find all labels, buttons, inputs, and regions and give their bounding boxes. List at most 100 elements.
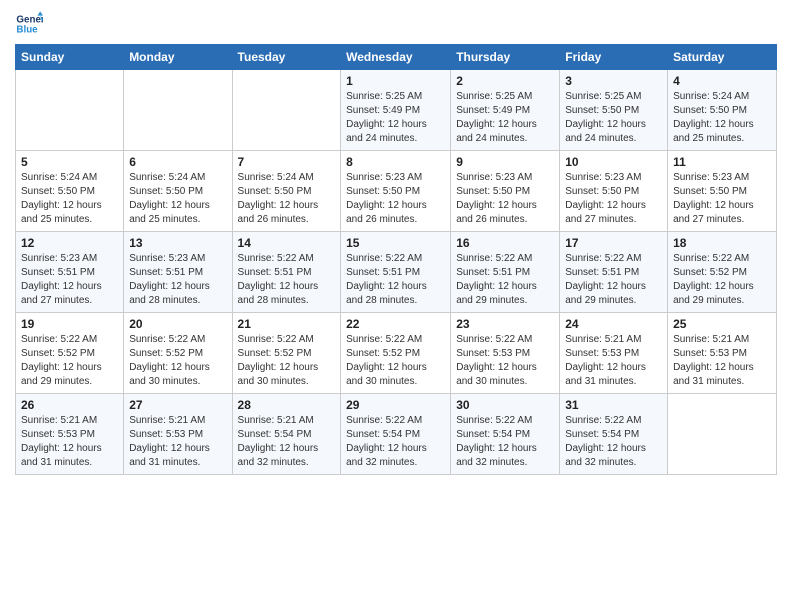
calendar-cell: 17 Sunrise: 5:22 AM Sunset: 5:51 PM Dayli… <box>560 232 668 313</box>
day-info: Sunrise: 5:23 AM Sunset: 5:51 PM Dayligh… <box>129 252 226 308</box>
calendar-cell: 14Sunrise: 5:22 AM Sunset: 5:51 PM Dayli… <box>232 232 341 313</box>
day-number: 26 <box>21 398 118 412</box>
day-number: 30 <box>456 398 554 412</box>
day-info: Sunrise: 5:22 AM Sunset: 5:52 PM Dayligh… <box>238 333 336 389</box>
day-number: 6 <box>129 155 226 169</box>
calendar-cell: 10 Sunrise: 5:23 AM Sunset: 5:50 PM Dayli… <box>560 151 668 232</box>
day-info: Sunrise: 5:22 AM Sunset: 5:52 PM Dayligh… <box>346 333 445 389</box>
day-number: 4 <box>673 74 771 88</box>
day-number: 11 <box>673 155 771 169</box>
dow-saturday: Saturday <box>668 45 777 70</box>
day-number: 28 <box>238 398 336 412</box>
days-of-week-header: SundayMondayTuesdayWednesdayThursdayFrid… <box>16 45 777 70</box>
calendar-cell: 30 Sunrise: 5:22 AM Sunset: 5:54 PM Dayli… <box>451 394 560 475</box>
dow-thursday: Thursday <box>451 45 560 70</box>
dow-tuesday: Tuesday <box>232 45 341 70</box>
logo-icon: General Blue <box>15 10 43 38</box>
day-info: Sunrise: 5:23 AM Sunset: 5:50 PM Dayligh… <box>565 171 662 227</box>
day-number: 22 <box>346 317 445 331</box>
calendar-cell <box>124 70 232 151</box>
day-info: Sunrise: 5:22 AM Sunset: 5:52 PM Dayligh… <box>129 333 226 389</box>
day-number: 17 <box>565 236 662 250</box>
day-info: Sunrise: 5:21 AM Sunset: 5:53 PM Dayligh… <box>565 333 662 389</box>
day-info: Sunrise: 5:22 AM Sunset: 5:51 PM Dayligh… <box>565 252 662 308</box>
day-info: Sunrise: 5:22 AM Sunset: 5:52 PM Dayligh… <box>21 333 118 389</box>
calendar-cell <box>668 394 777 475</box>
day-info: Sunrise: 5:24 AM Sunset: 5:50 PM Dayligh… <box>129 171 226 227</box>
calendar-cell: 26Sunrise: 5:21 AM Sunset: 5:53 PM Dayli… <box>16 394 124 475</box>
day-info: Sunrise: 5:22 AM Sunset: 5:54 PM Dayligh… <box>565 414 662 470</box>
day-info: Sunrise: 5:23 AM Sunset: 5:50 PM Dayligh… <box>456 171 554 227</box>
calendar-cell <box>16 70 124 151</box>
day-number: 27 <box>129 398 226 412</box>
day-number: 29 <box>346 398 445 412</box>
day-number: 18 <box>673 236 771 250</box>
week-row-1: 1 Sunrise: 5:25 AM Sunset: 5:49 PM Daylig… <box>16 70 777 151</box>
week-row-2: 5 Sunrise: 5:24 AM Sunset: 5:50 PM Daylig… <box>16 151 777 232</box>
calendar-cell: 4 Sunrise: 5:24 AM Sunset: 5:50 PM Daylig… <box>668 70 777 151</box>
calendar-cell: 11 Sunrise: 5:23 AM Sunset: 5:50 PM Dayli… <box>668 151 777 232</box>
day-info: Sunrise: 5:23 AM Sunset: 5:51 PM Dayligh… <box>21 252 118 308</box>
day-info: Sunrise: 5:22 AM Sunset: 5:54 PM Dayligh… <box>456 414 554 470</box>
calendar-cell: 27 Sunrise: 5:21 AM Sunset: 5:53 PM Dayli… <box>124 394 232 475</box>
day-number: 5 <box>21 155 118 169</box>
day-number: 12 <box>21 236 118 250</box>
day-number: 7 <box>238 155 336 169</box>
day-info: Sunrise: 5:22 AM Sunset: 5:54 PM Dayligh… <box>346 414 445 470</box>
calendar-table: SundayMondayTuesdayWednesdayThursdayFrid… <box>15 44 777 475</box>
day-number: 9 <box>456 155 554 169</box>
day-info: Sunrise: 5:21 AM Sunset: 5:53 PM Dayligh… <box>673 333 771 389</box>
day-number: 23 <box>456 317 554 331</box>
calendar-cell: 13 Sunrise: 5:23 AM Sunset: 5:51 PM Dayli… <box>124 232 232 313</box>
day-info: Sunrise: 5:21 AM Sunset: 5:53 PM Dayligh… <box>129 414 226 470</box>
day-info: Sunrise: 5:23 AM Sunset: 5:50 PM Dayligh… <box>673 171 771 227</box>
week-row-4: 19 Sunrise: 5:22 AM Sunset: 5:52 PM Dayli… <box>16 313 777 394</box>
logo: General Blue <box>15 10 43 38</box>
day-number: 19 <box>21 317 118 331</box>
calendar-cell: 1 Sunrise: 5:25 AM Sunset: 5:49 PM Daylig… <box>341 70 451 151</box>
calendar-cell: 16Sunrise: 5:22 AM Sunset: 5:51 PM Dayli… <box>451 232 560 313</box>
calendar-cell: 18 Sunrise: 5:22 AM Sunset: 5:52 PM Dayli… <box>668 232 777 313</box>
week-row-5: 26 Sunrise: 5:21 AM Sunset: 5:53 PM Dayli… <box>16 394 777 475</box>
day-number: 15 <box>346 236 445 250</box>
dow-wednesday: Wednesday <box>341 45 451 70</box>
calendar-cell: 5 Sunrise: 5:24 AM Sunset: 5:50 PM Daylig… <box>16 151 124 232</box>
day-info: Sunrise: 5:24 AM Sunset: 5:50 PM Dayligh… <box>21 171 118 227</box>
calendar-cell: 19 Sunrise: 5:22 AM Sunset: 5:52 PM Dayli… <box>16 313 124 394</box>
week-row-3: 12 Sunrise: 5:23 AM Sunset: 5:51 PM Dayli… <box>16 232 777 313</box>
calendar-cell: 25 Sunrise: 5:21 AM Sunset: 5:53 PM Dayli… <box>668 313 777 394</box>
day-info: Sunrise: 5:24 AM Sunset: 5:50 PM Dayligh… <box>238 171 336 227</box>
dow-sunday: Sunday <box>16 45 124 70</box>
day-info: Sunrise: 5:21 AM Sunset: 5:54 PM Dayligh… <box>238 414 336 470</box>
calendar-cell: 7 Sunrise: 5:24 AM Sunset: 5:50 PM Daylig… <box>232 151 341 232</box>
day-info: Sunrise: 5:22 AM Sunset: 5:51 PM Dayligh… <box>346 252 445 308</box>
calendar-cell: 24Sunrise: 5:21 AM Sunset: 5:53 PM Dayli… <box>560 313 668 394</box>
calendar-cell: 20 Sunrise: 5:22 AM Sunset: 5:52 PM Dayli… <box>124 313 232 394</box>
calendar-cell: 29 Sunrise: 5:22 AM Sunset: 5:54 PM Dayli… <box>341 394 451 475</box>
calendar-cell: 15 Sunrise: 5:22 AM Sunset: 5:51 PM Dayli… <box>341 232 451 313</box>
day-number: 20 <box>129 317 226 331</box>
calendar-cell: 21Sunrise: 5:22 AM Sunset: 5:52 PM Dayli… <box>232 313 341 394</box>
day-info: Sunrise: 5:25 AM Sunset: 5:49 PM Dayligh… <box>456 90 554 146</box>
day-number: 25 <box>673 317 771 331</box>
day-number: 3 <box>565 74 662 88</box>
day-info: Sunrise: 5:22 AM Sunset: 5:53 PM Dayligh… <box>456 333 554 389</box>
day-number: 8 <box>346 155 445 169</box>
day-info: Sunrise: 5:24 AM Sunset: 5:50 PM Dayligh… <box>673 90 771 146</box>
day-number: 31 <box>565 398 662 412</box>
day-info: Sunrise: 5:23 AM Sunset: 5:50 PM Dayligh… <box>346 171 445 227</box>
day-info: Sunrise: 5:22 AM Sunset: 5:52 PM Dayligh… <box>673 252 771 308</box>
calendar-cell: 12 Sunrise: 5:23 AM Sunset: 5:51 PM Dayli… <box>16 232 124 313</box>
day-number: 13 <box>129 236 226 250</box>
day-number: 10 <box>565 155 662 169</box>
calendar-cell <box>232 70 341 151</box>
day-info: Sunrise: 5:22 AM Sunset: 5:51 PM Dayligh… <box>238 252 336 308</box>
calendar-cell: 28 Sunrise: 5:21 AM Sunset: 5:54 PM Dayli… <box>232 394 341 475</box>
day-number: 16 <box>456 236 554 250</box>
day-info: Sunrise: 5:25 AM Sunset: 5:49 PM Dayligh… <box>346 90 445 146</box>
dow-friday: Friday <box>560 45 668 70</box>
day-number: 1 <box>346 74 445 88</box>
svg-text:Blue: Blue <box>16 24 38 35</box>
calendar-cell: 23 Sunrise: 5:22 AM Sunset: 5:53 PM Dayli… <box>451 313 560 394</box>
calendar-cell: 8 Sunrise: 5:23 AM Sunset: 5:50 PM Daylig… <box>341 151 451 232</box>
